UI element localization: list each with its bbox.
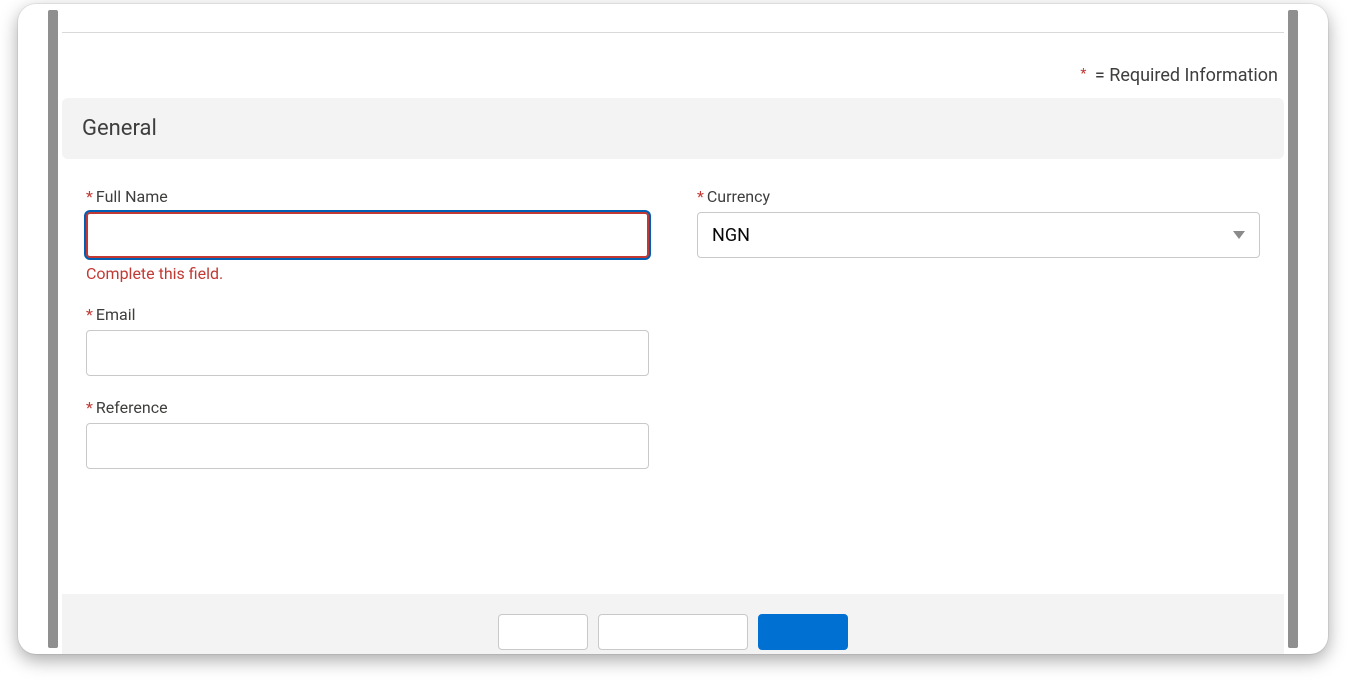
section-header-general: General — [62, 98, 1284, 159]
reference-label: *Reference — [86, 398, 649, 417]
footer-button-primary[interactable] — [758, 614, 848, 650]
required-asterisk: * — [86, 187, 93, 206]
required-asterisk: * — [86, 398, 93, 417]
currency-select[interactable]: NGN — [697, 212, 1260, 258]
field-currency: *Currency NGN — [697, 187, 1260, 258]
email-input[interactable] — [86, 330, 649, 376]
email-label: *Email — [86, 305, 649, 324]
currency-label: *Currency — [697, 187, 1260, 206]
required-info-text: = Required Information — [1090, 65, 1278, 86]
field-reference: *Reference — [86, 398, 649, 469]
full-name-error: Complete this field. — [86, 264, 649, 283]
scrollbar-right[interactable] — [1288, 10, 1298, 648]
right-column: *Currency NGN — [697, 187, 1260, 491]
currency-selected-value: NGN — [712, 225, 750, 246]
section-title: General — [82, 116, 157, 141]
form-content: * = Required Information General *Full N… — [62, 10, 1284, 654]
field-email: *Email — [86, 305, 649, 376]
form-grid: *Full Name Complete this field. *Email *… — [62, 187, 1284, 491]
asterisk-icon: * — [1080, 66, 1086, 82]
full-name-label: *Full Name — [86, 187, 649, 206]
left-column: *Full Name Complete this field. *Email *… — [86, 187, 649, 491]
scrollbar-left[interactable] — [48, 10, 58, 648]
full-name-label-text: Full Name — [96, 187, 168, 206]
required-asterisk: * — [697, 187, 704, 206]
required-asterisk: * — [86, 305, 93, 324]
currency-label-text: Currency — [707, 187, 770, 206]
field-full-name: *Full Name Complete this field. — [86, 187, 649, 283]
currency-select-display[interactable]: NGN — [697, 212, 1260, 258]
reference-input[interactable] — [86, 423, 649, 469]
footer-bar — [62, 594, 1284, 654]
footer-button-1[interactable] — [498, 614, 588, 650]
footer-button-2[interactable] — [598, 614, 748, 650]
full-name-input[interactable] — [86, 212, 649, 258]
email-label-text: Email — [96, 305, 136, 324]
required-info-note: * = Required Information — [62, 33, 1284, 98]
dialog-frame: * = Required Information General *Full N… — [18, 4, 1328, 654]
reference-label-text: Reference — [96, 398, 168, 417]
